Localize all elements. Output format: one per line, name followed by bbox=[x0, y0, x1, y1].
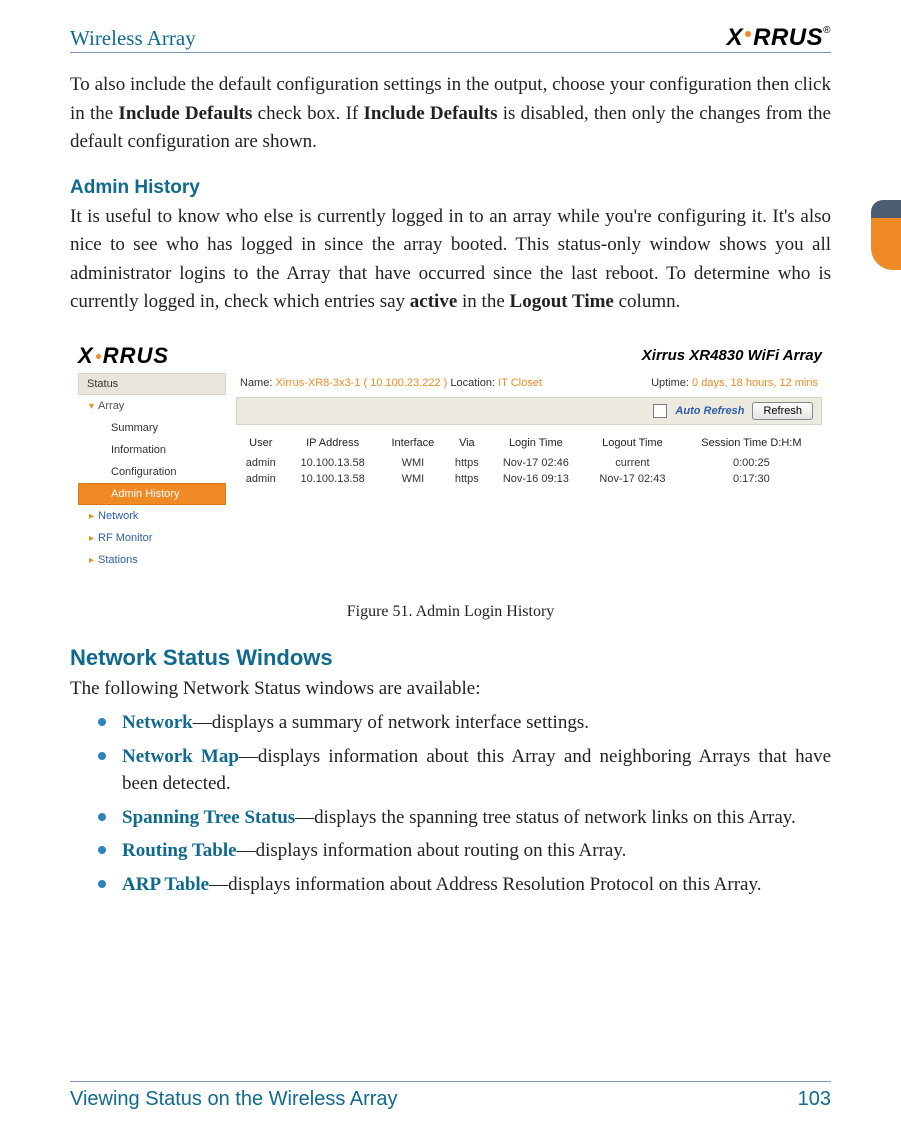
intro-b1: Include Defaults bbox=[118, 103, 252, 124]
network-status-intro: The following Network Status windows are… bbox=[70, 675, 831, 704]
figure-product-line: Xirrus XR4830 WiFi Array bbox=[642, 347, 822, 364]
meta-loc-label: Location: bbox=[450, 377, 495, 389]
figure-meta-bar: Name: Xirrus-XR8-3x3-1 ( 10.100.23.222 )… bbox=[236, 373, 822, 393]
meta-loc-value: IT Closet bbox=[498, 377, 542, 389]
meta-name-value: Xirrus-XR8-3x3-1 bbox=[275, 377, 360, 389]
ah-post: column. bbox=[614, 291, 681, 312]
cell: Nov-17 02:46 bbox=[488, 455, 585, 471]
link-network[interactable]: Network bbox=[122, 712, 193, 733]
table-row: admin 10.100.13.58 WMI https Nov-17 02:4… bbox=[236, 455, 822, 471]
admin-history-paragraph: It is useful to know who else is current… bbox=[70, 203, 831, 317]
ah-b2: Logout Time bbox=[510, 291, 614, 312]
brand-logo: XRRUS® bbox=[727, 24, 831, 52]
cell: 0:00:25 bbox=[681, 455, 822, 471]
intro-paragraph: To also include the default configuratio… bbox=[70, 71, 831, 157]
col-logout-time: Logout Time bbox=[584, 431, 681, 455]
ah-mid: in the bbox=[457, 291, 509, 312]
cell: 10.100.13.58 bbox=[286, 455, 380, 471]
col-via: Via bbox=[446, 431, 488, 455]
sidebar-item-information[interactable]: Information bbox=[78, 439, 226, 461]
cell: https bbox=[446, 455, 488, 471]
side-tab-strip bbox=[871, 200, 901, 270]
admin-history-table: User IP Address Interface Via Login Time… bbox=[236, 431, 822, 487]
item-text: —displays information about routing on t… bbox=[237, 840, 627, 861]
dot-icon bbox=[96, 354, 101, 359]
sidebar-item-stations[interactable]: Stations bbox=[78, 549, 226, 571]
sidebar-item-network[interactable]: Network bbox=[78, 505, 226, 527]
cell: Nov-17 02:43 bbox=[584, 471, 681, 487]
item-text: —displays information about Address Reso… bbox=[209, 874, 761, 895]
network-status-heading: Network Status Windows bbox=[70, 645, 831, 671]
refresh-button[interactable]: Refresh bbox=[752, 402, 813, 420]
item-text: —displays the spanning tree status of ne… bbox=[295, 807, 796, 828]
sidebar-item-array[interactable]: Array bbox=[78, 395, 226, 417]
network-status-list: Network—displays a summary of network in… bbox=[98, 709, 831, 898]
figure-sidebar: Status Array Summary Information Configu… bbox=[78, 373, 226, 571]
cell: 10.100.13.58 bbox=[286, 471, 380, 487]
cell: admin bbox=[236, 471, 286, 487]
item-text: —displays a summary of network interface… bbox=[193, 712, 589, 733]
col-interface: Interface bbox=[380, 431, 446, 455]
auto-refresh-label: Auto Refresh bbox=[675, 405, 744, 417]
list-item: Spanning Tree Status—displays the spanni… bbox=[98, 804, 831, 832]
figure-caption: Figure 51. Admin Login History bbox=[70, 603, 831, 621]
cell: admin bbox=[236, 455, 286, 471]
table-header-row: User IP Address Interface Via Login Time… bbox=[236, 431, 822, 455]
figure-toolbar: Auto Refresh Refresh bbox=[236, 397, 822, 425]
sidebar-item-admin-history[interactable]: Admin History bbox=[78, 483, 226, 505]
col-user: User bbox=[236, 431, 286, 455]
ah-b1: active bbox=[410, 291, 457, 312]
link-arp-table[interactable]: ARP Table bbox=[122, 874, 209, 895]
figure-brand-logo: XRRUS bbox=[78, 343, 169, 369]
cell: WMI bbox=[380, 471, 446, 487]
header-title: Wireless Array bbox=[70, 26, 196, 51]
meta-uptime-value: 0 days, 18 hours, 12 mins bbox=[692, 377, 818, 389]
meta-uptime-label: Uptime: bbox=[651, 377, 689, 389]
footer-left: Viewing Status on the Wireless Array bbox=[70, 1088, 398, 1111]
sidebar-item-summary[interactable]: Summary bbox=[78, 417, 226, 439]
auto-refresh-checkbox[interactable] bbox=[653, 404, 667, 418]
dot-icon bbox=[745, 31, 751, 37]
page-footer: Viewing Status on the Wireless Array 103 bbox=[70, 1081, 831, 1111]
intro-b2: Include Defaults bbox=[363, 103, 497, 124]
list-item: Network—displays a summary of network in… bbox=[98, 709, 831, 737]
cell: 0:17:30 bbox=[681, 471, 822, 487]
page-header: Wireless Array XRRUS® bbox=[70, 24, 831, 53]
col-login-time: Login Time bbox=[488, 431, 585, 455]
sidebar-item-rf-monitor[interactable]: RF Monitor bbox=[78, 527, 226, 549]
list-item: Network Map—displays information about t… bbox=[98, 743, 831, 798]
sidebar-head-status[interactable]: Status bbox=[78, 373, 226, 395]
footer-page-number: 103 bbox=[798, 1088, 831, 1111]
link-routing-table[interactable]: Routing Table bbox=[122, 840, 237, 861]
cell: https bbox=[446, 471, 488, 487]
list-item: Routing Table—displays information about… bbox=[98, 837, 831, 865]
admin-history-heading: Admin History bbox=[70, 177, 831, 199]
link-spanning-tree[interactable]: Spanning Tree Status bbox=[122, 807, 295, 828]
sidebar-item-configuration[interactable]: Configuration bbox=[78, 461, 226, 483]
meta-name-label: Name: bbox=[240, 377, 272, 389]
intro-mid1: check box. If bbox=[252, 103, 363, 124]
col-ip: IP Address bbox=[286, 431, 380, 455]
link-network-map[interactable]: Network Map bbox=[122, 746, 239, 767]
meta-ip-value: ( 10.100.23.222 ) bbox=[364, 377, 448, 389]
list-item: ARP Table—displays information about Add… bbox=[98, 871, 831, 899]
col-session-time: Session Time D:H:M bbox=[681, 431, 822, 455]
figure-51: XRRUS Xirrus XR4830 WiFi Array Status Ar… bbox=[70, 337, 831, 621]
table-row: admin 10.100.13.58 WMI https Nov-16 09:1… bbox=[236, 471, 822, 487]
cell: Nov-16 09:13 bbox=[488, 471, 585, 487]
cell: WMI bbox=[380, 455, 446, 471]
cell: current bbox=[584, 455, 681, 471]
